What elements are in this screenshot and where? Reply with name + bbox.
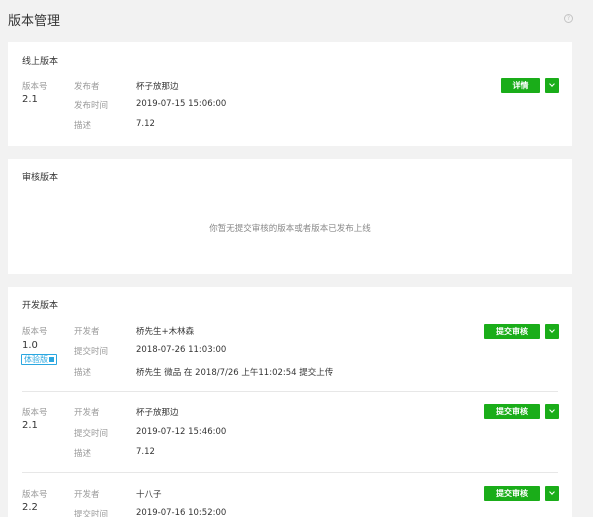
publish-time-value: 2019-07-15 15:06:00 — [136, 99, 227, 109]
description-label: 描述 — [74, 121, 92, 131]
version-number-label: 版本号 — [22, 490, 48, 500]
version-number-label: 版本号 — [22, 408, 48, 418]
description-label: 描述 — [74, 449, 92, 459]
developer-label: 开发者 — [74, 490, 100, 500]
submit-dropdown-button[interactable] — [545, 324, 559, 339]
developer-value: 十八子 — [136, 490, 162, 500]
submit-time-label: 提交时间 — [74, 510, 109, 517]
review-version-card: 审核版本 你暂无提交审核的版本或者版本已发布上线 — [8, 159, 572, 274]
publisher-value: 杯子放那边 — [136, 82, 179, 92]
dev-version-title: 开发版本 — [22, 301, 59, 311]
submit-review-button[interactable]: 提交审核 — [484, 324, 540, 339]
developer-value: 杯子放那边 — [136, 408, 179, 418]
submit-time-value: 2019-07-16 10:52:00 — [136, 508, 227, 517]
experience-version-tag[interactable]: 体验版 — [21, 354, 57, 365]
version-number-label: 版本号 — [22, 82, 48, 92]
chevron-down-icon — [549, 81, 555, 87]
version-number: 2.2 — [22, 502, 38, 513]
help-icon[interactable]: ? — [564, 14, 573, 23]
submit-review-button[interactable]: 提交审核 — [484, 486, 540, 501]
experience-tag-label: 体验版 — [24, 355, 48, 364]
divider — [22, 391, 558, 392]
version-number-label: 版本号 — [22, 327, 48, 337]
submit-dropdown-button[interactable] — [545, 486, 559, 501]
detail-button[interactable]: 详情 — [501, 78, 540, 93]
description-label: 描述 — [74, 368, 92, 378]
chevron-down-icon — [549, 327, 555, 333]
description-value: 桥先生 微品 在 2018/7/26 上午11:02:54 提交上传 — [136, 368, 334, 378]
developer-value: 桥先生+木林森 — [136, 327, 195, 337]
submit-review-button[interactable]: 提交审核 — [484, 404, 540, 419]
developer-label: 开发者 — [74, 408, 100, 418]
review-version-title: 审核版本 — [22, 173, 59, 183]
version-number: 1.0 — [22, 340, 38, 351]
detail-dropdown-button[interactable] — [545, 78, 559, 93]
chevron-down-icon — [549, 489, 555, 495]
qrcode-icon — [49, 357, 54, 362]
divider — [22, 472, 558, 473]
online-version-title: 线上版本 — [22, 57, 59, 67]
description-value: 7.12 — [136, 447, 155, 457]
submit-time-value: 2019-07-12 15:46:00 — [136, 427, 227, 437]
version-number: 2.1 — [22, 94, 38, 105]
page-header: 版本管理 ? — [0, 0, 593, 36]
submit-time-label: 提交时间 — [74, 429, 109, 439]
developer-label: 开发者 — [74, 327, 100, 337]
online-version-card: 线上版本 版本号 2.1 发布者 杯子放那边 发布时间 2019-07-15 1… — [8, 42, 572, 146]
version-number: 2.1 — [22, 420, 38, 431]
publisher-label: 发布者 — [74, 82, 100, 92]
page-title: 版本管理 — [8, 14, 61, 29]
submit-time-value: 2018-07-26 11:03:00 — [136, 345, 227, 355]
chevron-down-icon — [549, 407, 555, 413]
review-empty-message: 你暂无提交审核的版本或者版本已发布上线 — [209, 224, 371, 234]
dev-version-card: 开发版本 版本号 1.0 体验版 开发者 桥先生+木林森 提交时间 2018-0… — [8, 287, 572, 517]
description-value: 7.12 — [136, 119, 155, 129]
submit-time-label: 提交时间 — [74, 347, 109, 357]
submit-dropdown-button[interactable] — [545, 404, 559, 419]
publish-time-label: 发布时间 — [74, 101, 109, 111]
